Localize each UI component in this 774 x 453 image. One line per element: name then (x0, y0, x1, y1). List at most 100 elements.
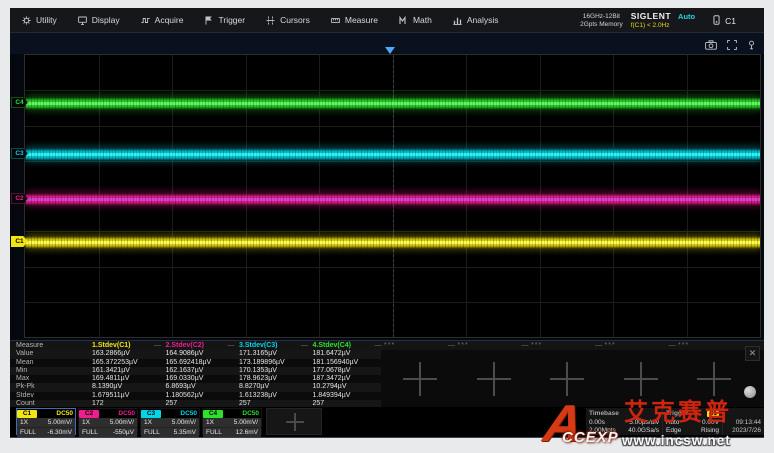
trace-c1[interactable] (25, 235, 761, 249)
flag-icon (204, 16, 213, 25)
menu-item-cursors[interactable]: Cursors (266, 15, 310, 25)
channel-coupling: DC50 (56, 410, 73, 417)
trace-c4[interactable] (25, 96, 761, 110)
menu-item-math[interactable]: Math (399, 15, 432, 25)
channel-offset: -550µV (113, 429, 134, 436)
measure-row-label: Pk-Pk (16, 383, 35, 391)
channel-box-c3[interactable]: C3DC501X5.00mV/FULL5.35mV (140, 408, 200, 435)
trigger-level: 0.00V (702, 419, 719, 426)
menu-item-label: Analysis (467, 15, 499, 25)
cursors-icon (266, 16, 275, 25)
analysis-icon (453, 16, 462, 25)
add-channel-button[interactable] (266, 408, 322, 435)
timebase-label: Timebase (589, 410, 619, 417)
menu-item-acquire[interactable]: Acquire (141, 15, 184, 25)
channel-box-c4[interactable]: C4DC501X5.00mV/FULL12.6mV (202, 408, 262, 435)
channel-probe: 1X (82, 419, 90, 426)
add-measurement-button[interactable] (477, 362, 511, 396)
measure-value: 187.3472µV (313, 375, 351, 383)
measure-value: 181.156940µV (313, 359, 359, 367)
trigger-frequency-readout: f(C1) < 2.0Hz (631, 21, 695, 30)
add-measurement-button[interactable] (550, 362, 584, 396)
active-channel-indicator[interactable]: C1 (713, 15, 736, 27)
measure-column-header[interactable]: 2.Stdev(C2) (166, 342, 205, 350)
channel-coupling: DC50 (118, 410, 135, 417)
trace-c2[interactable] (25, 192, 761, 206)
channel-badge: C4 (203, 410, 223, 418)
measure-value: 164.9086µV (166, 350, 204, 358)
trigger-slope: Rising (701, 427, 719, 434)
measure-empty-header: *** (458, 342, 469, 350)
channel-badge: C2 (79, 410, 99, 418)
channel-probe: 1X (206, 419, 214, 426)
channel-badge: C3 (141, 410, 161, 418)
channel-scale: 5.00mV/ (234, 419, 258, 426)
timebase-trigger-panel: Timebase 0.00s 5.00µs/div 2.00Mpts 40.0G… (586, 408, 764, 435)
channel-probe: 1X (144, 419, 152, 426)
add-measurement-button[interactable] (624, 362, 658, 396)
menu-item-trigger[interactable]: Trigger (204, 15, 245, 25)
channel-coupling: DC50 (242, 410, 259, 417)
channel-offset: 5.35mV (174, 429, 196, 436)
acquisition-mode-badge[interactable]: Auto (678, 12, 695, 21)
measure-value: 8.1390µV (92, 383, 122, 391)
timebase-points: 2.00Mpts (589, 427, 616, 434)
menu-item-display[interactable]: Display (78, 15, 120, 25)
oscilloscope-screen: Utility Display Acquire Trigger Cursors Measu… (10, 8, 764, 438)
brand-box: SIGLENT Auto f(C1) < 2.0Hz (631, 11, 695, 30)
trace-c3[interactable] (25, 147, 761, 161)
measure-value: 8.8270µV (239, 383, 269, 391)
waveform-grid[interactable] (24, 54, 761, 338)
gear-icon (22, 16, 31, 25)
trigger-descriptor[interactable]: Trigger C1 Auto 0.00V Edge Rising (662, 408, 722, 435)
camera-icon[interactable] (705, 37, 717, 55)
expand-icon[interactable] (727, 37, 737, 55)
channel-box-c2[interactable]: C2DC501X5.00mV/FULL-550µV (78, 408, 138, 435)
menu-item-label: Math (413, 15, 432, 25)
channel-box-c1[interactable]: C1DC501X5.00mV/FULL-6.30mV (16, 408, 76, 435)
menu-item-analysis[interactable]: Analysis (453, 15, 499, 25)
trigger-mode: Auto (666, 419, 679, 426)
measure-value: 165.692418µV (166, 359, 212, 367)
measure-value: 165.372253µV (92, 359, 138, 367)
measure-row-label: Value (16, 350, 33, 358)
measure-column-header[interactable]: 4.Stdev(C4) (313, 342, 352, 350)
measure-row-label: Max (16, 375, 29, 383)
clock-date: 2023/7/26 (732, 427, 761, 434)
math-icon (399, 16, 408, 25)
measure-value: 173.189896µV (239, 359, 285, 367)
menu-item-utility[interactable]: Utility (22, 15, 57, 25)
add-measurement-button[interactable] (403, 362, 437, 396)
channel-bandwidth: FULL (20, 429, 36, 436)
menu-item-measure[interactable]: Measure (331, 15, 378, 25)
measure-value: 171.3165µV (239, 350, 277, 358)
measure-close-button[interactable]: ✕ (745, 346, 760, 361)
touch-icon[interactable] (747, 37, 756, 55)
measure-column-header[interactable]: 1.Stdev(C1) (92, 342, 131, 350)
menu-item-label: Acquire (155, 15, 184, 25)
measure-column-header[interactable]: 3.Stdev(C3) (239, 342, 278, 350)
channel-badge: C1 (17, 410, 37, 418)
measure-value: 1.849394µV (313, 392, 351, 400)
page: { "menu": { "items": [ {"label": "Utilit… (0, 0, 774, 452)
measure-value: 169.4811µV (92, 375, 129, 383)
channel-bandwidth: FULL (206, 429, 222, 436)
measure-empty-header: *** (678, 342, 689, 350)
measure-value: 178.9623µV (239, 375, 277, 383)
trigger-source-badge: C1 (707, 411, 719, 417)
timebase-descriptor[interactable]: Timebase 0.00s 5.00µs/div 2.00Mpts 40.0G… (586, 408, 662, 435)
measure-value: 169.0330µV (166, 375, 204, 383)
measure-empty-header: *** (384, 342, 395, 350)
spec-memory: 2Gpts Memory (580, 21, 623, 29)
scope-spec: 16GHz-12Bit 2Gpts Memory (580, 13, 623, 29)
add-measurement-button[interactable] (697, 362, 731, 396)
clock: 09:13:44 2023/7/26 (722, 408, 764, 435)
timebase-delay: 0.00s (589, 419, 605, 426)
channel-probe: 1X (20, 419, 28, 426)
trigger-position-indicator[interactable] (385, 47, 395, 54)
channel-offset: -6.30mV (47, 429, 72, 436)
measure-corner-label: Measure (16, 342, 43, 350)
spec-bandwidth: 16GHz-12Bit (580, 13, 623, 21)
trigger-label: Trigger (666, 410, 688, 417)
measure-icon (331, 16, 340, 25)
